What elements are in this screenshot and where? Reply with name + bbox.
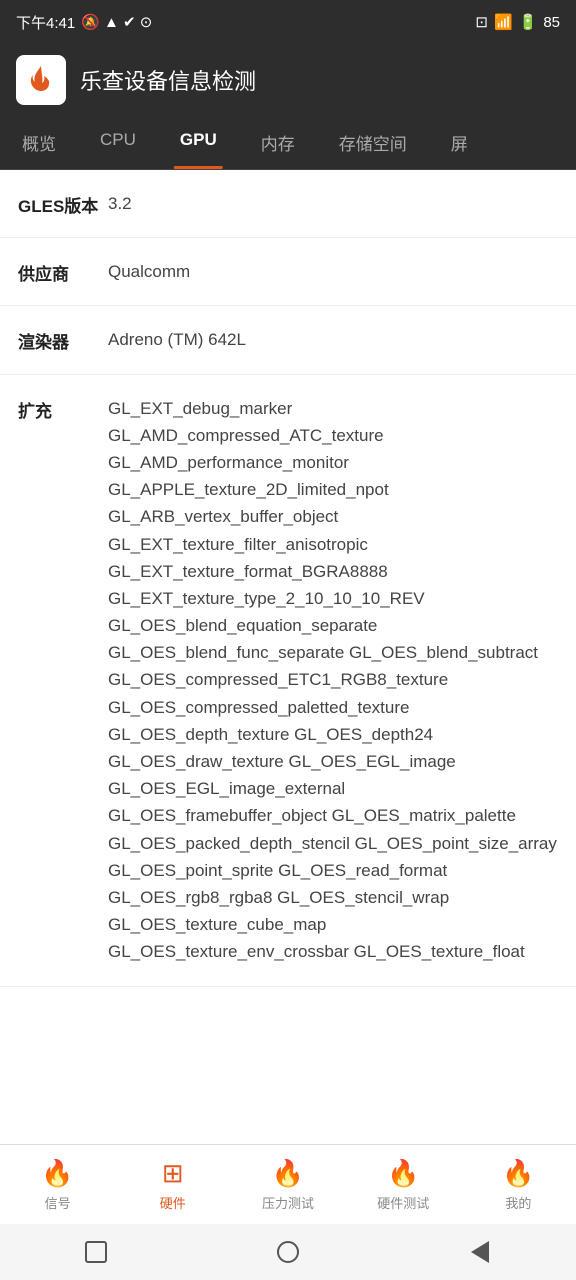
nav-signal-label: 信号 — [45, 1193, 71, 1212]
value-vendor: Qualcomm — [108, 258, 558, 285]
nav-stress[interactable]: 🔥 压力测试 — [230, 1158, 345, 1212]
row-vendor: 供应商 Qualcomm — [0, 238, 576, 306]
nav-hwtest[interactable]: 🔥 硬件测试 — [346, 1158, 461, 1212]
fire-icon — [23, 62, 59, 98]
status-icons: 🔕 ▲ ✔ ⊙ — [81, 13, 152, 31]
status-left: 下午4:41 🔕 ▲ ✔ ⊙ — [16, 12, 152, 33]
wifi-icon: 📶 — [494, 13, 513, 31]
home-button[interactable] — [270, 1234, 306, 1270]
recent-apps-button[interactable] — [78, 1234, 114, 1270]
app-title: 乐查设备信息检测 — [80, 64, 256, 96]
nav-hardware-label: 硬件 — [160, 1193, 186, 1212]
label-extensions: 扩充 — [18, 395, 108, 422]
back-icon — [471, 1241, 489, 1263]
tab-other[interactable]: 屏 — [429, 116, 490, 169]
nav-signal[interactable]: 🔥 信号 — [0, 1158, 115, 1212]
recent-apps-icon — [85, 1241, 107, 1263]
label-vendor: 供应商 — [18, 258, 108, 285]
stress-icon: 🔥 — [272, 1158, 304, 1189]
status-time: 下午4:41 — [16, 12, 75, 33]
app-icon — [16, 55, 66, 105]
tab-memory[interactable]: 内存 — [239, 116, 317, 169]
value-renderer: Adreno (TM) 642L — [108, 326, 558, 353]
status-bar: 下午4:41 🔕 ▲ ✔ ⊙ ⊡ 📶 🔋 85 — [0, 0, 576, 44]
row-gles: GLES版本 3.2 — [0, 170, 576, 238]
hwtest-icon: 🔥 — [387, 1158, 419, 1189]
me-icon: 🔥 — [502, 1158, 534, 1189]
battery-icon: 🔋 — [519, 13, 538, 31]
tab-gpu[interactable]: GPU — [158, 116, 239, 169]
nav-hardware[interactable]: ⊞ 硬件 — [115, 1158, 230, 1212]
home-icon — [277, 1241, 299, 1263]
system-nav-bar — [0, 1224, 576, 1280]
row-renderer: 渲染器 Adreno (TM) 642L — [0, 306, 576, 374]
value-gles: 3.2 — [108, 190, 558, 217]
hardware-icon: ⊞ — [162, 1158, 184, 1189]
tab-bar: 概览 CPU GPU 内存 存储空间 屏 — [0, 116, 576, 170]
tab-overview[interactable]: 概览 — [0, 116, 78, 169]
label-renderer: 渲染器 — [18, 326, 108, 353]
tab-storage[interactable]: 存储空间 — [317, 116, 429, 169]
content-area: GLES版本 3.2 供应商 Qualcomm 渲染器 Adreno (TM) … — [0, 170, 576, 1144]
signal-icon: 🔥 — [41, 1158, 73, 1189]
nav-stress-label: 压力测试 — [262, 1193, 314, 1212]
battery-level: 85 — [543, 14, 560, 31]
bottom-nav: 🔥 信号 ⊞ 硬件 🔥 压力测试 🔥 硬件测试 🔥 我的 — [0, 1144, 576, 1224]
screenshot-icon: ⊡ — [475, 13, 488, 31]
row-extensions: 扩充 GL_EXT_debug_marker GL_AMD_compressed… — [0, 375, 576, 987]
nav-me-label: 我的 — [505, 1193, 531, 1212]
back-button[interactable] — [462, 1234, 498, 1270]
app-bar: 乐查设备信息检测 — [0, 44, 576, 116]
nav-hwtest-label: 硬件测试 — [377, 1193, 429, 1212]
label-gles: GLES版本 — [18, 190, 108, 217]
status-right: ⊡ 📶 🔋 85 — [475, 13, 560, 31]
value-extensions: GL_EXT_debug_marker GL_AMD_compressed_AT… — [108, 395, 558, 966]
tab-cpu[interactable]: CPU — [78, 116, 158, 169]
nav-me[interactable]: 🔥 我的 — [461, 1158, 576, 1212]
